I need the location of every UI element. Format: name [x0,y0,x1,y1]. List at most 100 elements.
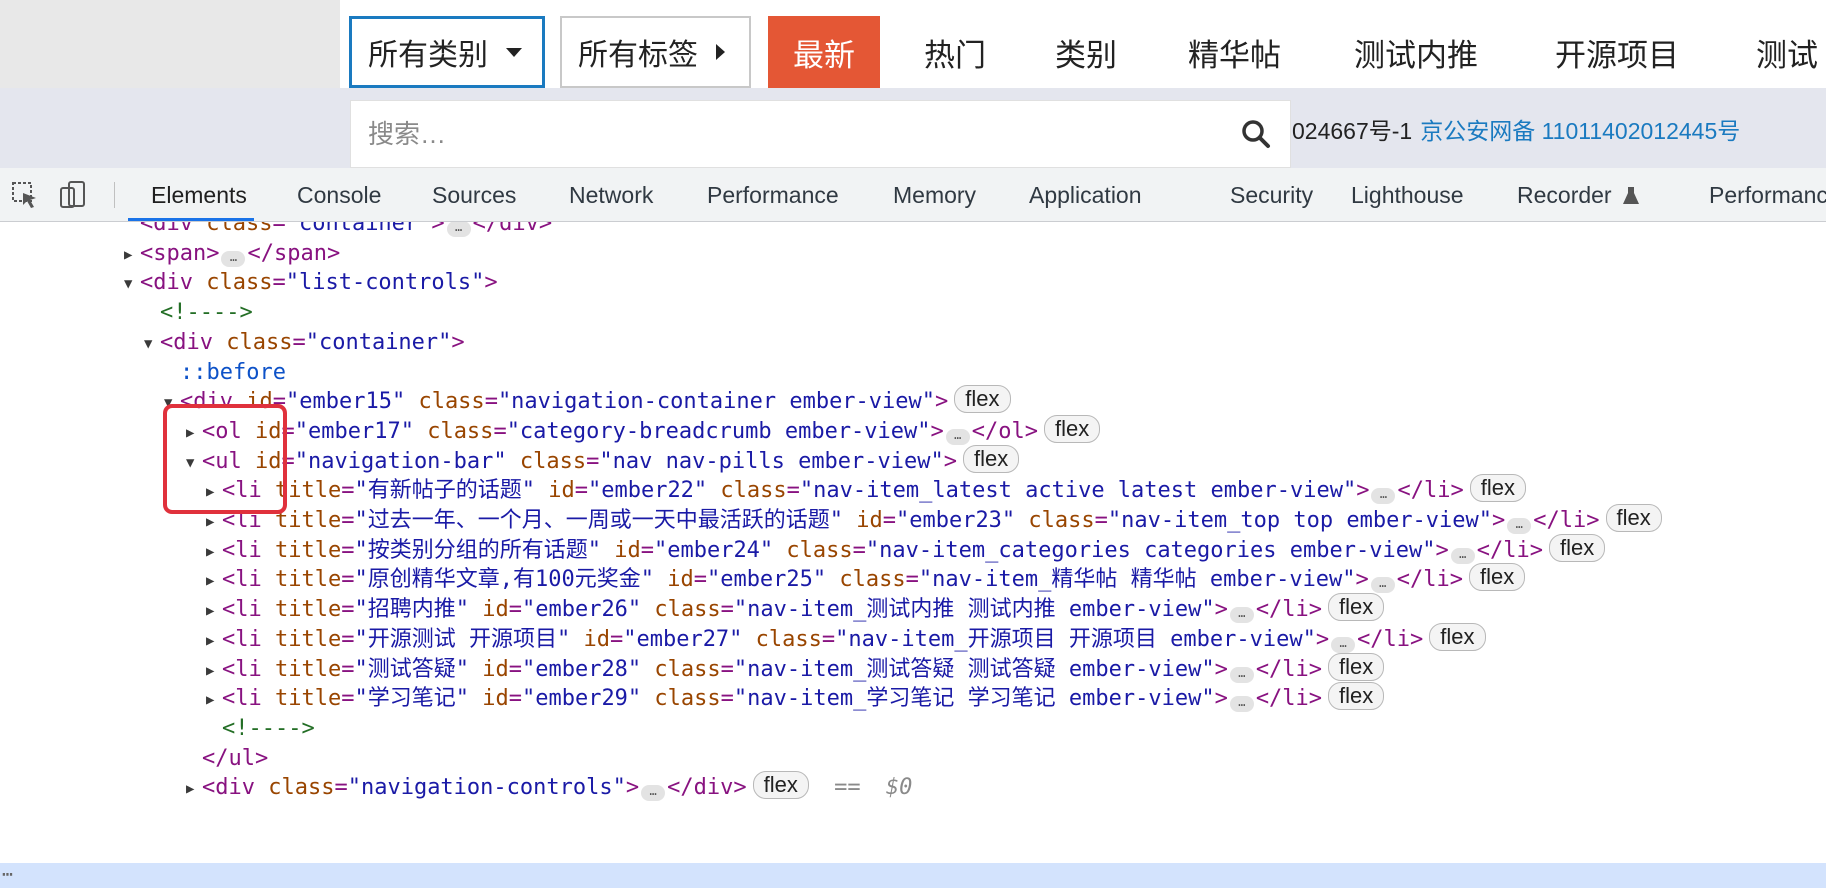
flex-badge[interactable]: flex [963,444,1020,473]
collapsed-children-ellipsis[interactable]: … [1370,577,1395,594]
flex-badge[interactable]: flex [1328,593,1385,622]
collapsed-children-ellipsis[interactable]: … [1229,666,1254,683]
nav-pill-opensource[interactable]: 开源项目 [1555,16,1679,88]
expand-down-icon[interactable]: ▼ [144,327,160,361]
attribute-name: class [826,567,906,593]
tab-sources[interactable]: Sources [432,182,516,209]
flex-badge[interactable]: flex [954,385,1011,414]
dom-node-line[interactable]: ▶ <div class="navigation-controls">… </div… [186,771,912,805]
attribute-name: id [534,478,575,504]
tab-network[interactable]: Network [569,182,653,209]
flex-badge[interactable]: flex [1044,414,1101,443]
collapsed-children-ellipsis[interactable]: … [945,428,970,445]
attribute-name: class [773,537,853,563]
tag-token: <li [222,626,275,652]
attribute-value: "list-controls" [285,270,485,296]
tag-token: </div> [667,775,747,801]
nav-pill-latest[interactable]: 最新 [768,16,880,88]
more-actions-icon[interactable]: ⋯ [2,864,13,885]
tag-token: > [935,389,949,415]
tag-token: <li [222,567,275,593]
tag-token: = [693,567,707,593]
collapsed-children-ellipsis[interactable]: … [1331,636,1356,653]
tab-performance-insights[interactable]: Performance [1709,182,1826,209]
nav-pill-referrals[interactable]: 测试内推 [1354,16,1478,88]
tab-application[interactable]: Application [1029,182,1142,209]
attribute-name: id [468,656,509,682]
flex-badge[interactable]: flex [1429,622,1486,651]
attribute-name: title [274,597,342,623]
flex-badge[interactable]: flex [1328,682,1385,711]
tag-dropdown[interactable]: 所有标签 [560,16,751,88]
flex-badge[interactable]: flex [1548,533,1606,562]
attribute-value: "ember29" [521,686,642,712]
tag-token: <div [160,329,227,355]
attribute-name: id [468,686,509,712]
tag-token: = [609,626,624,652]
attribute-value: "nav-item_测试内推 测试内推 ember-view" [733,597,1215,623]
flex-badge[interactable]: flex [1328,652,1385,681]
tab-recorder[interactable]: Recorder [1517,182,1640,209]
nav-pill-featured[interactable]: 精华帖 [1188,16,1281,88]
collapsed-children-ellipsis[interactable]: … [1371,488,1396,505]
nav-pill-top[interactable]: 热门 [924,16,986,88]
nav-pill-qa[interactable]: 测试 [1756,16,1818,88]
flex-badge[interactable]: flex [1469,474,1526,503]
tab-console[interactable]: Console [297,182,381,209]
flex-badge[interactable]: flex [1605,504,1662,532]
tag-token: </span> [247,240,341,266]
expand-down-icon[interactable]: ▼ [124,267,140,301]
tab-elements[interactable]: Elements [151,182,247,209]
tag-token: <li [222,597,275,623]
attribute-name: class [206,222,273,236]
flex-badge[interactable]: flex [1469,563,1526,592]
search-box [350,100,1291,168]
tag-token: > [1355,567,1369,593]
attribute-name: class [405,389,485,415]
flex-badge[interactable]: flex [752,771,809,800]
expand-right-icon[interactable]: ▶ [186,772,202,806]
attribute-value: "ember27" [623,626,743,652]
collapsed-children-ellipsis[interactable]: … [1229,696,1254,713]
pseudo-element: ::before [180,359,286,385]
tag-token: </li> [1396,567,1464,593]
console-ref-label: $0 [885,775,913,801]
search-input[interactable] [351,101,1211,167]
tag-token: = [341,567,355,593]
police-record-link[interactable]: 京公安网备 11011402012445号 [1420,118,1740,144]
tab-performance[interactable]: Performance [707,182,839,209]
tab-memory[interactable]: Memory [893,182,976,209]
tag-token: > [1435,537,1449,563]
expand-down-icon[interactable]: ▼ [186,446,202,480]
attribute-name: class [641,656,721,682]
collapsed-children-ellipsis[interactable]: … [1450,547,1475,564]
attribute-value: "nav-item_categories categories ember-vi… [865,537,1436,563]
attribute-value: "navigation-container ember-view" [497,389,936,415]
tab-lighthouse[interactable]: Lighthouse [1351,182,1464,209]
attribute-value: "ember17" [294,418,414,444]
device-toolbar-icon[interactable] [58,180,88,210]
collapsed-children-ellipsis[interactable]: … [1229,607,1254,624]
category-dropdown[interactable]: 所有类别 [349,16,545,88]
dom-node-line[interactable]: ▶ <li title="学习笔记" id="ember29" class="na… [206,682,1385,716]
tag-token: = [341,597,355,623]
tab-recorder-label: Recorder [1517,182,1612,208]
collapsed-children-ellipsis[interactable]: … [221,250,246,267]
tab-security[interactable]: Security [1230,182,1313,209]
attribute-value: "ember25" [706,567,827,593]
selected-node-highlight [0,863,1826,888]
collapsed-children-ellipsis[interactable]: … [641,785,666,802]
inspect-element-icon[interactable] [10,180,40,210]
tag-token: </li> [1255,597,1323,623]
attribute-value: "学习笔记" [354,686,469,712]
collapsed-children-ellipsis[interactable]: … [1507,518,1532,534]
attribute-value: "ember22" [587,478,708,504]
collapsed-children-ellipsis[interactable]: … [446,222,471,237]
tag-token: <span> [140,240,220,266]
nav-pill-categories[interactable]: 类别 [1055,16,1117,88]
search-icon[interactable] [1240,118,1272,150]
icp-number: 024667号-1 [1292,118,1413,144]
tag-token: <li [222,537,275,563]
tag-token: > [625,775,640,801]
expand-down-icon[interactable]: ▼ [164,386,180,420]
